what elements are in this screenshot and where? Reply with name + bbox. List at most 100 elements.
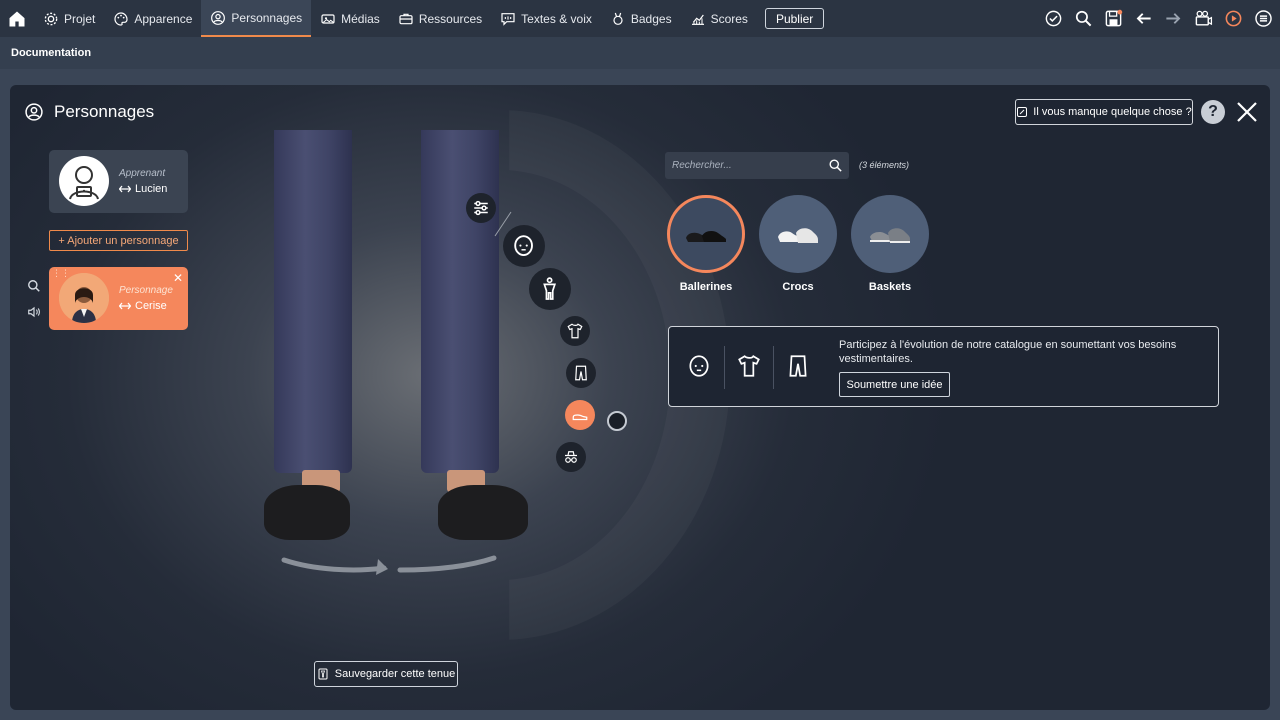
nav-textes-voix[interactable]: Textes & voix [491, 0, 601, 37]
check-button[interactable] [1043, 8, 1064, 29]
separator [773, 346, 774, 389]
menu-button[interactable] [1253, 8, 1274, 29]
briefcase-icon [399, 13, 413, 24]
help-button[interactable]: ? [1201, 100, 1225, 124]
home-button[interactable] [0, 0, 34, 37]
add-character-button[interactable]: + Ajouter un personnage [49, 230, 188, 251]
person-circle-icon [211, 10, 226, 25]
panel-title: Personnages [24, 102, 154, 122]
wheel-top-button[interactable] [560, 316, 590, 346]
nav-badges-label: Badges [630, 11, 672, 26]
remove-character-icon[interactable]: ✕ [173, 271, 183, 285]
catalog-item-crocs[interactable]: Crocs [758, 195, 838, 293]
link-icon [119, 185, 131, 193]
item-label: Crocs [782, 281, 814, 293]
link-icon [119, 302, 131, 310]
zoom-icon[interactable] [27, 279, 41, 293]
right-shoe [438, 485, 528, 540]
nav-projet-label: Projet [64, 11, 96, 26]
character-name-row: Cerise [119, 300, 167, 312]
item-label: Ballerines [679, 281, 733, 293]
back-button[interactable] [1133, 8, 1154, 29]
nav-personnages[interactable]: Personnages [201, 0, 312, 37]
body-icon [543, 277, 557, 301]
catalog-item-ballerines[interactable]: Ballerines [666, 195, 746, 293]
nav-apparence[interactable]: Apparence [104, 0, 201, 37]
wheel-face-button[interactable] [503, 225, 545, 267]
ballerina-shoe-icon [686, 231, 726, 242]
nav-scores[interactable]: Scores [681, 0, 757, 37]
wheel-body-button[interactable] [529, 268, 571, 310]
wheel-bottom-button[interactable] [566, 358, 596, 388]
catalog-search [665, 152, 849, 179]
nav-ressources[interactable]: Ressources [389, 0, 491, 37]
home-icon [9, 11, 25, 26]
wheel-accessory-button[interactable] [556, 442, 586, 472]
chart-icon [691, 14, 704, 25]
catalog-item-baskets[interactable]: Baskets [850, 195, 930, 293]
learner-avatar-icon [69, 166, 99, 200]
forward-button[interactable] [1163, 8, 1184, 29]
play-circle-icon [1225, 10, 1242, 27]
learner-card[interactable]: Apprenant Lucien [49, 150, 188, 213]
nav-badges[interactable]: Badges [601, 0, 681, 37]
close-button[interactable] [1235, 100, 1259, 124]
item-label: Baskets [868, 281, 912, 293]
character-avatar-icon [59, 273, 109, 323]
wheel-handle[interactable] [607, 411, 627, 431]
speaker-icon[interactable] [27, 305, 41, 319]
save-button[interactable] [1103, 8, 1124, 29]
nav-apparence-label: Apparence [134, 11, 193, 26]
rotate-arrow-icon[interactable] [280, 550, 500, 580]
check-circle-icon [1045, 10, 1062, 27]
sneaker-icon [870, 228, 910, 243]
shoe-icon [572, 414, 588, 421]
character-name: Cerise [135, 300, 167, 312]
learner-role: Apprenant [119, 168, 166, 179]
nav-personnages-label: Personnages [231, 10, 303, 25]
character-avatar [59, 273, 109, 323]
missing-something-label: Il vous manque quelque chose ? [1033, 106, 1192, 118]
submit-idea-button[interactable]: Soumettre une idée [839, 372, 950, 397]
save-outfit-button[interactable]: Sauvegarder cette tenue [314, 661, 458, 687]
publish-button[interactable]: Publier [764, 8, 825, 29]
characters-panel: Personnages Il vous manque quelque chose… [10, 85, 1270, 710]
film-button[interactable] [1193, 8, 1214, 29]
nav-scores-label: Scores [710, 11, 748, 26]
feedback-icon [1017, 107, 1028, 117]
left-shoe [264, 485, 350, 540]
arrow-left-icon [1136, 13, 1151, 24]
learner-name: Lucien [135, 183, 168, 195]
trousers-icon [789, 355, 807, 377]
character-card-selected[interactable]: ⋮⋮ Personnage Cerise ✕ [49, 267, 188, 330]
tshirt-icon [738, 355, 760, 377]
outfit-icon [318, 668, 328, 680]
separator [724, 346, 725, 389]
nav-medias[interactable]: Médias [311, 0, 389, 37]
nav-projet[interactable]: Projet [34, 0, 104, 37]
documentation-link[interactable]: Documentation [11, 47, 91, 59]
panel-title-text: Personnages [54, 102, 155, 121]
missing-something-button[interactable]: Il vous manque quelque chose ? [1015, 99, 1193, 125]
wheel-shoes-button[interactable] [565, 400, 595, 430]
trousers-icon [575, 365, 587, 381]
toolbar-right [1043, 0, 1274, 37]
nav-medias-label: Médias [341, 11, 380, 26]
search-input[interactable] [665, 152, 815, 179]
idea-text: Participez à l'évolution de notre catalo… [839, 339, 1177, 365]
item-thumbnail [851, 195, 929, 273]
search-icon [1075, 10, 1092, 27]
nav-textes-voix-label: Textes & voix [521, 11, 592, 26]
hat-glasses-icon [565, 451, 577, 463]
wheel-settings-button[interactable] [466, 193, 496, 223]
floppy-icon [1105, 9, 1123, 27]
character-role: Personnage [119, 285, 173, 296]
play-button[interactable] [1223, 8, 1244, 29]
item-thumbnail [759, 195, 837, 273]
drag-handle-icon[interactable]: ⋮⋮ [52, 269, 70, 278]
speech-icon [501, 12, 515, 26]
left-leg [274, 130, 352, 473]
search-icon[interactable] [828, 158, 843, 173]
search-button[interactable] [1073, 8, 1094, 29]
badge-icon [613, 12, 623, 25]
